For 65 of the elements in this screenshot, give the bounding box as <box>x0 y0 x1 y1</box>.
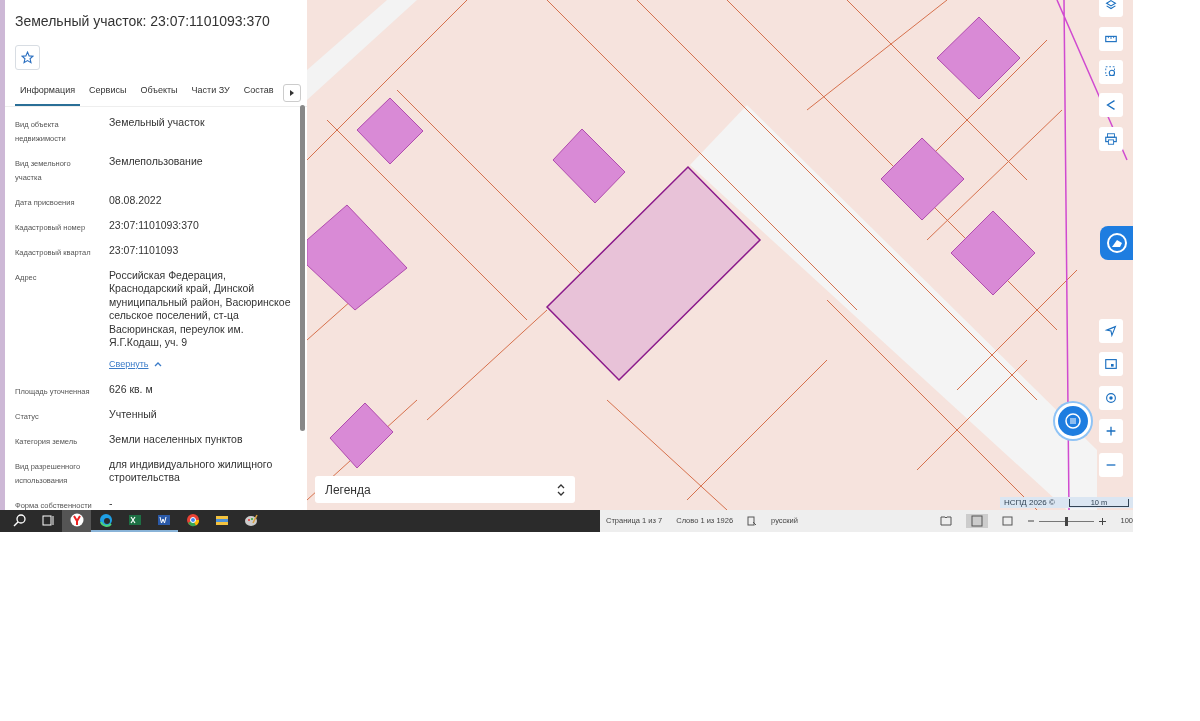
palette-icon <box>243 513 258 527</box>
document-icon <box>156 513 171 527</box>
locate-button[interactable] <box>1099 386 1123 410</box>
browser-icon <box>98 513 113 527</box>
taskbar-button[interactable] <box>62 510 91 532</box>
search-icon <box>11 513 26 527</box>
browser-icon <box>185 513 200 527</box>
collapse-link[interactable]: Свернуть <box>109 357 163 371</box>
panel-tab[interactable]: Состав <box>238 80 279 106</box>
share-button[interactable] <box>1099 93 1123 117</box>
zoom-in-icon[interactable] <box>1099 517 1107 525</box>
spreadsheet-icon <box>127 513 142 527</box>
field-value: Российская Федерация, Краснодарский край, Динской муниципальный район, Васюринское сельское поселений, ст-ца Васюринская, переулок им. Я.Г.Кодаш, уч. 9 <box>109 268 292 350</box>
field-value: Учтенный <box>109 407 157 421</box>
field-value: - <box>109 496 113 510</box>
field-value: 23:07:1101093 <box>109 243 179 257</box>
field-value: Землепользование <box>109 154 203 168</box>
layers-icon <box>1104 0 1118 12</box>
zoom-out-icon[interactable] <box>1028 518 1035 524</box>
browser-icon <box>69 513 84 527</box>
caret-right-icon <box>289 89 294 96</box>
caret-up-icon <box>154 361 163 367</box>
field-value: Земли населенных пунктов <box>109 432 243 446</box>
proofing-icon[interactable] <box>747 516 758 526</box>
read-mode-icon[interactable] <box>940 516 953 526</box>
menu-icon <box>1065 413 1081 429</box>
chat-button[interactable] <box>1100 226 1133 260</box>
scroll-tabs-button[interactable] <box>282 83 301 102</box>
select-button[interactable] <box>1099 60 1123 84</box>
attribution-text: НСПД 2026 © <box>1004 496 1055 509</box>
locate-icon <box>1104 391 1118 405</box>
print-button[interactable] <box>1099 127 1123 151</box>
task-view-icon <box>40 513 55 527</box>
layers-button[interactable] <box>1099 0 1123 17</box>
zoom-in-button[interactable] <box>1099 419 1123 443</box>
folder-icon <box>214 513 229 527</box>
print-icon <box>1104 132 1118 146</box>
legend-dropdown[interactable]: Легенда <box>315 476 575 503</box>
zoom-out-button[interactable] <box>1099 453 1123 477</box>
star-icon <box>21 51 34 64</box>
panel-tab[interactable]: Сервисы <box>84 80 132 106</box>
panel-tab[interactable]: Части ЗУ <box>186 80 235 106</box>
ruler-button[interactable] <box>1099 27 1123 51</box>
favorite-button[interactable] <box>15 45 40 70</box>
navigation-button[interactable] <box>1099 319 1123 343</box>
field-value: Земельный участок <box>109 115 205 129</box>
web-layout-icon[interactable] <box>1002 516 1015 526</box>
scrollbar[interactable] <box>300 105 305 431</box>
chat-icon <box>1105 231 1129 255</box>
plus-icon <box>1104 424 1118 438</box>
field-value: 626 кв. м <box>109 382 153 396</box>
minimap-icon <box>1104 357 1118 371</box>
minimap-button[interactable] <box>1099 352 1123 376</box>
menu-button[interactable] <box>1055 403 1091 439</box>
select-icon <box>1104 65 1118 79</box>
field-value: 08.08.2022 <box>109 193 162 207</box>
panel-title: Земельный участок: 23:07:1101093:370 <box>14 12 271 31</box>
navigation-icon <box>1104 324 1118 338</box>
field-value: 23:07:1101093:370 <box>109 218 199 232</box>
field-value: для индивидуального жилищного строительства <box>109 457 274 485</box>
print-layout-icon[interactable] <box>966 514 989 528</box>
panel-tab[interactable]: Информация <box>15 80 81 106</box>
panel-tab[interactable]: Объекты <box>135 80 183 106</box>
updown-icon <box>557 483 565 496</box>
slider-thumb[interactable] <box>1065 516 1069 526</box>
